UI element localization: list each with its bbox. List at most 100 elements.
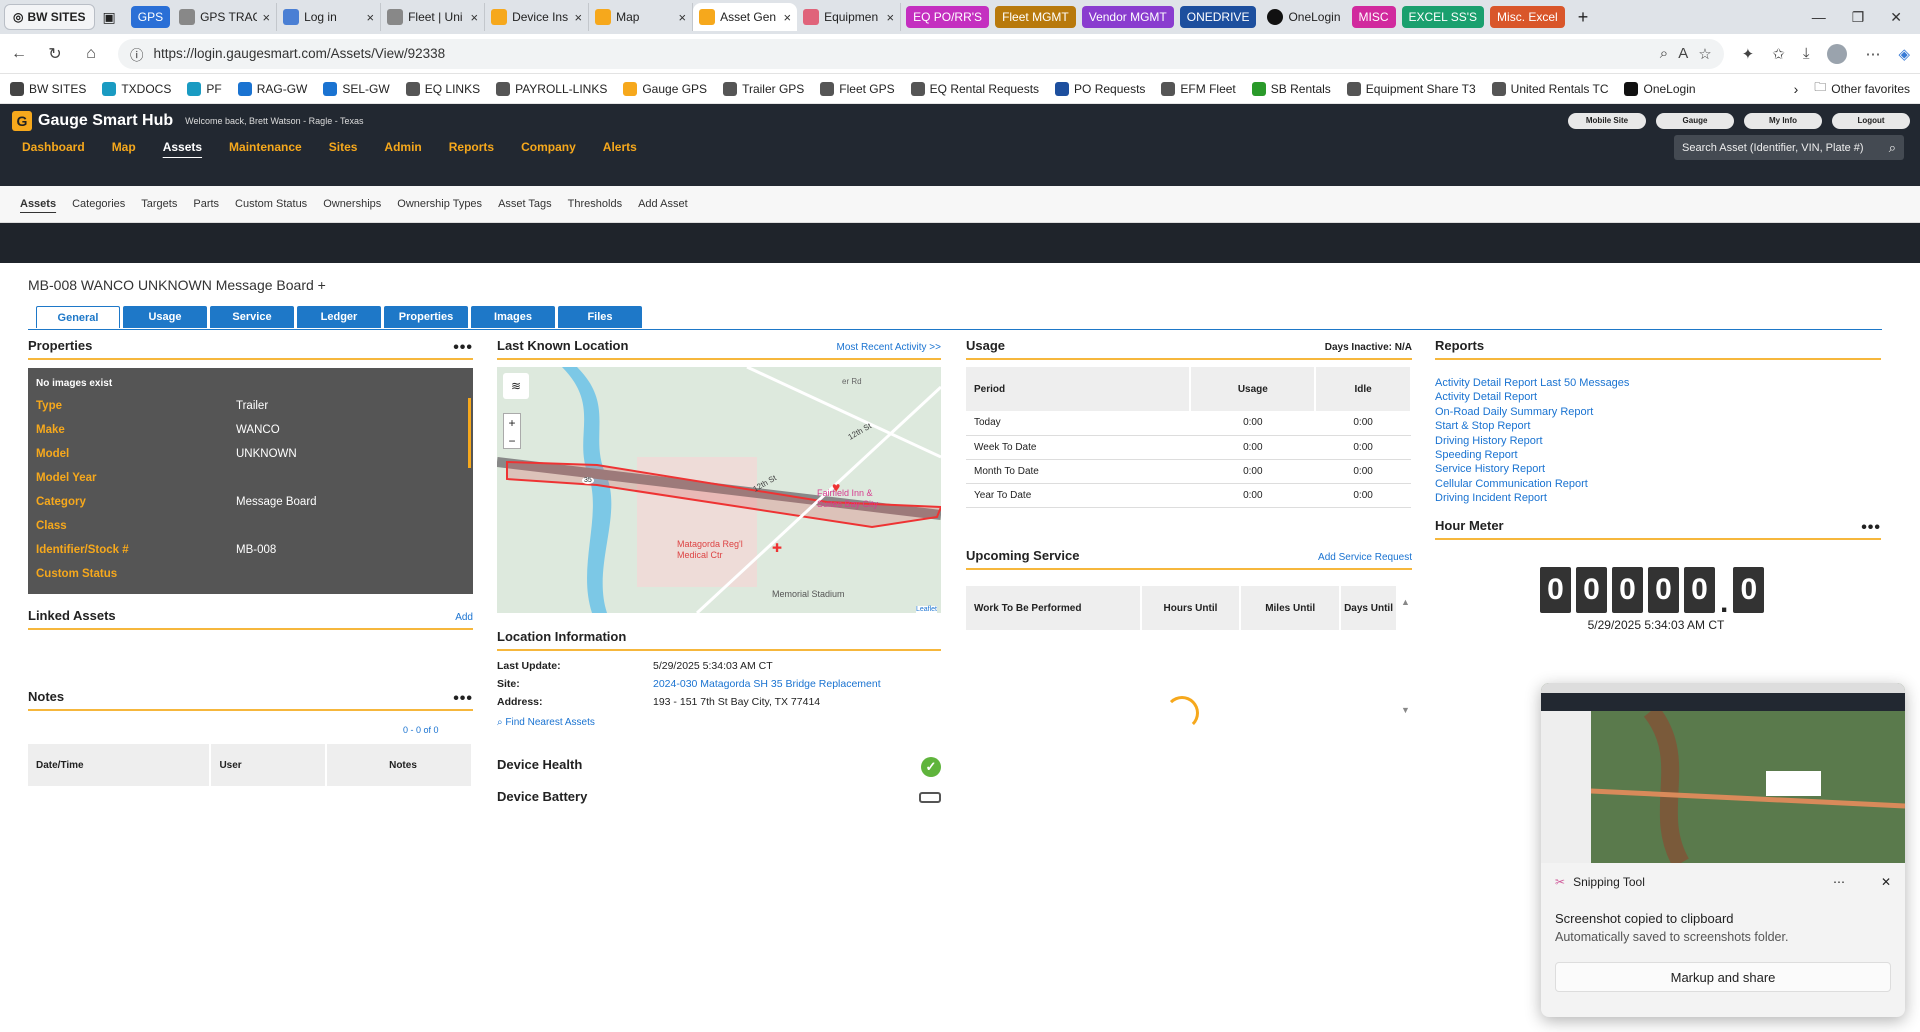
downloads-icon[interactable]: ⤓ <box>1803 45 1810 62</box>
browser-tab[interactable]: Log in × <box>277 3 382 31</box>
tab-onelogin[interactable]: OneLogin <box>1261 3 1346 31</box>
subnav-item[interactable]: Targets <box>141 198 177 210</box>
extensions-icon[interactable]: ✦ <box>1742 45 1755 63</box>
nav-maintenance[interactable]: Maintenance <box>229 140 302 154</box>
tab-group[interactable]: Fleet MGMT <box>995 6 1076 28</box>
tab-group[interactable]: Vendor MGMT <box>1081 6 1174 28</box>
favorite-link[interactable]: Fleet GPS <box>820 81 895 96</box>
report-link[interactable]: Activity Detail Report Last 50 Messages <box>1435 376 1629 390</box>
add-linked-asset-link[interactable]: Add <box>455 612 473 623</box>
close-tab-icon[interactable]: × <box>470 10 478 25</box>
tab-general[interactable]: General <box>36 306 120 328</box>
zoom-icon[interactable]: ⌕ <box>1660 45 1668 62</box>
service-column-header[interactable]: Hours Until <box>1140 586 1242 630</box>
favorite-link[interactable]: BW SITES <box>10 81 86 96</box>
zoom-in-icon[interactable]: + <box>504 414 520 432</box>
subnav-item[interactable]: Thresholds <box>568 198 622 210</box>
layers-icon[interactable]: ≋ <box>503 373 529 399</box>
close-icon[interactable]: ✕ <box>1881 875 1891 889</box>
read-aloud-icon[interactable]: A <box>1678 45 1688 62</box>
hour-meter-menu-icon[interactable]: ••• <box>1861 520 1881 536</box>
favorite-link[interactable]: SEL-GW <box>323 81 390 96</box>
restore-icon[interactable]: ❐ <box>1852 9 1865 26</box>
profile-avatar[interactable] <box>1827 43 1848 64</box>
nav-map[interactable]: Map <box>112 140 136 154</box>
minimize-icon[interactable]: — <box>1812 9 1826 26</box>
more-icon[interactable]: ⋯ <box>1865 45 1880 63</box>
close-window-icon[interactable]: ✕ <box>1890 9 1902 26</box>
service-column-header[interactable]: Work To Be Performed <box>966 586 1142 630</box>
browser-tab[interactable]: Asset Gen × <box>693 3 798 31</box>
favorite-link[interactable]: Equipment Share T3 <box>1346 81 1476 96</box>
top-button[interactable]: Logout <box>1832 113 1910 129</box>
notes-column-header[interactable]: Date/Time <box>28 744 212 786</box>
report-link[interactable]: Service History Report <box>1435 462 1629 476</box>
notes-column-header[interactable]: User <box>210 744 327 786</box>
service-column-header[interactable]: Miles Until <box>1240 586 1342 630</box>
home-icon[interactable]: ⌂ <box>82 45 100 63</box>
favorite-link[interactable]: EQ Rental Requests <box>910 81 1039 96</box>
refresh-icon[interactable]: ↻ <box>46 44 64 64</box>
workspace-button[interactable]: ◎ BW SITES <box>4 4 95 30</box>
top-button[interactable]: Mobile Site <box>1568 113 1646 129</box>
service-column-header[interactable]: Days Until <box>1340 586 1398 630</box>
nav-reports[interactable]: Reports <box>449 140 494 154</box>
favorite-link[interactable]: PAYROLL-LINKS <box>496 81 607 96</box>
favorite-link[interactable]: PF <box>187 81 222 96</box>
tab-group[interactable]: EQ PO/RR'S <box>906 6 990 28</box>
close-tab-icon[interactable]: × <box>678 10 686 25</box>
notes-column-header[interactable]: Notes <box>326 744 473 786</box>
tab-group-gps[interactable]: GPS <box>130 6 171 28</box>
favorite-link[interactable]: SB Rentals <box>1251 81 1331 96</box>
report-link[interactable]: On-Road Daily Summary Report <box>1435 405 1629 419</box>
favorite-link[interactable]: PO Requests <box>1055 81 1145 96</box>
close-tab-icon[interactable]: × <box>366 10 374 25</box>
favorite-link[interactable]: Gauge GPS <box>623 81 707 96</box>
close-tab-icon[interactable]: × <box>262 10 270 25</box>
zoom-out-icon[interactable]: − <box>504 432 520 450</box>
favorites-icon[interactable]: ✩ <box>1772 45 1785 63</box>
subnav-item[interactable]: Custom Status <box>235 198 307 210</box>
tab-group[interactable]: MISC <box>1351 6 1396 28</box>
report-link[interactable]: Cellular Communication Report <box>1435 477 1629 491</box>
other-favorites[interactable]: 🗀 Other favorites <box>1814 78 1910 99</box>
copilot-icon[interactable]: ◈ <box>1898 45 1910 63</box>
subnav-item[interactable]: Assets <box>20 198 56 210</box>
nav-dashboard[interactable]: Dashboard <box>22 140 85 154</box>
site-info-icon[interactable]: ⓘ <box>130 44 144 64</box>
tab-group[interactable]: EXCEL SS'S <box>1401 6 1485 28</box>
favorite-star-icon[interactable]: ☆ <box>1698 45 1711 63</box>
markup-and-share-button[interactable]: Markup and share <box>1555 962 1891 992</box>
back-icon[interactable]: ← <box>10 45 28 63</box>
favorite-link[interactable]: RAG-GW <box>237 81 307 96</box>
more-options-icon[interactable]: ⋯ <box>1833 875 1845 889</box>
favorite-link[interactable]: Trailer GPS <box>723 81 804 96</box>
close-tab-icon[interactable]: × <box>783 10 791 25</box>
browser-tab[interactable]: Map × <box>589 3 694 31</box>
favorite-link[interactable]: TXDOCS <box>102 81 171 96</box>
subnav-item[interactable]: Parts <box>193 198 219 210</box>
nav-sites[interactable]: Sites <box>329 140 358 154</box>
tab-ledger[interactable]: Ledger <box>297 306 381 328</box>
url-field[interactable]: ⓘ https://login.gaugesmart.com/Assets/Vi… <box>118 38 1724 69</box>
nav-assets[interactable]: Assets <box>163 140 202 154</box>
report-link[interactable]: Speeding Report <box>1435 448 1629 462</box>
asset-search-input[interactable]: Search Asset (Identifier, VIN, Plate #) … <box>1674 135 1904 160</box>
subnav-item[interactable]: Asset Tags <box>498 198 552 210</box>
nav-alerts[interactable]: Alerts <box>603 140 637 154</box>
subnav-item[interactable]: Add Asset <box>638 198 688 210</box>
browser-tab[interactable]: Fleet | Uni × <box>381 3 486 31</box>
favorite-link[interactable]: EFM Fleet <box>1161 81 1236 96</box>
search-icon[interactable]: ⌕ <box>1889 140 1896 156</box>
tab-group[interactable]: ONEDRIVE <box>1179 6 1257 28</box>
favorite-link[interactable]: EQ LINKS <box>405 81 480 96</box>
top-button[interactable]: My Info <box>1744 113 1822 129</box>
subnav-item[interactable]: Ownerships <box>323 198 381 210</box>
nav-admin[interactable]: Admin <box>384 140 421 154</box>
scroll-down-icon[interactable]: ▼ <box>1401 705 1410 715</box>
find-nearest-assets-link[interactable]: ⌕ Find Nearest Assets <box>497 717 595 728</box>
close-tab-icon[interactable]: × <box>574 10 582 25</box>
tab-group[interactable]: Misc. Excel <box>1490 6 1565 28</box>
scroll-up-icon[interactable]: ▲ <box>1401 597 1410 607</box>
map-marker-icon[interactable]: ♥ <box>832 479 840 495</box>
